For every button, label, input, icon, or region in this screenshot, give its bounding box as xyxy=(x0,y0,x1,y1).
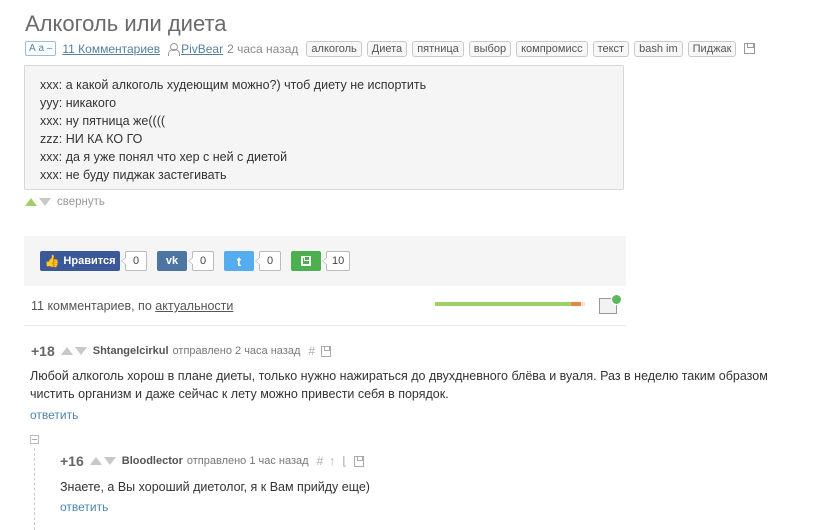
reply-link[interactable]: ответить xyxy=(60,500,108,514)
tag[interactable]: пятница xyxy=(412,40,464,57)
post-line: xxx: ну пятница же(((( xyxy=(40,114,166,128)
comment-time: отправлено 1 час назад xyxy=(186,455,309,467)
author-link[interactable]: PivBear xyxy=(181,42,223,56)
read-progress-bar xyxy=(435,302,585,306)
branch-line xyxy=(34,448,35,530)
post-rating-row: свернуть xyxy=(25,196,105,208)
comment-text-line: Любой алкоголь хорош в плане диеты, толь… xyxy=(30,369,768,383)
thumbs-up-icon: 👍 xyxy=(44,254,60,268)
tag[interactable]: bash im xyxy=(634,40,683,57)
thread-icon[interactable]: ⌊ xyxy=(342,454,347,468)
twitter-share-button[interactable]: t xyxy=(224,251,254,271)
downvote-icon[interactable] xyxy=(103,457,116,465)
vk-count: 0 xyxy=(188,251,214,271)
post-line: xxx: да я уже понял что хер с ней с диет… xyxy=(40,150,288,164)
post-line: xxx: не буду пиджак застегивать xyxy=(40,168,227,182)
reply-link[interactable]: ответить xyxy=(30,408,78,422)
floppy-icon xyxy=(301,256,311,266)
like-button[interactable]: 👍 Нравится xyxy=(40,251,120,271)
tag[interactable]: Пиджак xyxy=(687,40,737,57)
collapse-link[interactable]: свернуть xyxy=(57,196,105,208)
downvote-icon[interactable] xyxy=(74,347,87,355)
post-line: xxx: а какой алкоголь худеющим можно?) ч… xyxy=(40,78,427,92)
comments-link[interactable]: 11 Комментариев xyxy=(62,42,160,56)
comment-link-icon[interactable]: # xyxy=(317,454,324,468)
like-count: 0 xyxy=(121,251,147,271)
tag[interactable]: текст xyxy=(592,40,630,57)
comment-rating: +16 xyxy=(60,453,84,469)
upvote-icon[interactable] xyxy=(60,347,73,355)
like-label: Нравится xyxy=(63,255,116,267)
comment-text: Знаете, а Вы хороший диетолог, я к Вам п… xyxy=(60,478,370,496)
tag[interactable]: алкоголь xyxy=(306,40,362,57)
comment-author[interactable]: Bloodlector xyxy=(122,455,183,467)
post-title[interactable]: Алкоголь или диета xyxy=(25,11,227,37)
save-count: 10 xyxy=(321,251,351,271)
post-line: zzz: НИ КА КО ГО xyxy=(40,132,143,146)
comment-link-icon[interactable]: # xyxy=(308,344,315,358)
comment-rating: +18 xyxy=(31,343,55,359)
comment-text-line: Знаете, а Вы хороший диетолог, я к Вам п… xyxy=(60,480,370,494)
like-group: 👍 Нравится 0 xyxy=(40,251,147,271)
sort-link[interactable]: актуальности xyxy=(155,299,233,313)
post-meta: А а – 11 Комментариев PivBear 2 часа наз… xyxy=(25,40,756,57)
user-icon xyxy=(168,42,181,56)
save-group: 10 xyxy=(291,251,351,271)
vk-group: vk 0 xyxy=(157,251,214,271)
comment-text-line: чистить организм и даже сейчас к лету мо… xyxy=(30,387,449,401)
collapse-branch-icon[interactable] xyxy=(30,435,39,444)
save-button[interactable] xyxy=(291,251,321,271)
share-bar: 👍 Нравится 0 vk 0 t 0 10 xyxy=(24,236,626,286)
parent-comment-icon[interactable]: ↑ xyxy=(329,454,335,468)
vk-share-button[interactable]: vk xyxy=(157,251,187,271)
tag[interactable]: Диета xyxy=(366,40,408,57)
comment-header: +16 Bloodlector отправлено 1 час назад #… xyxy=(60,453,370,469)
comment-header: +18 Shtangelcirkul отправлено 2 часа наз… xyxy=(31,343,337,359)
comment-time: отправлено 2 часа назад xyxy=(172,345,301,357)
subscribe-comments-icon[interactable] xyxy=(599,294,622,314)
post-content: xxx: а какой алкоголь худеющим можно?) ч… xyxy=(24,65,624,190)
tag[interactable]: выбор xyxy=(468,40,512,57)
save-comment-icon[interactable] xyxy=(353,455,364,467)
post-line: yyy: никакого xyxy=(40,96,117,110)
divider xyxy=(24,325,626,326)
twitter-icon: t xyxy=(236,253,242,269)
twitter-group: t 0 xyxy=(224,251,281,271)
save-comment-icon[interactable] xyxy=(321,345,332,357)
comment-author[interactable]: Shtangelcirkul xyxy=(93,345,169,357)
twitter-count: 0 xyxy=(255,251,281,271)
downvote-icon[interactable] xyxy=(39,198,51,206)
progress-fill xyxy=(435,302,571,306)
comments-count-label: 11 комментариев, по xyxy=(31,299,152,313)
text-size-button[interactable]: А а – xyxy=(25,41,57,56)
progress-end xyxy=(571,302,581,306)
upvote-icon[interactable] xyxy=(25,198,37,206)
tag[interactable]: компромисс xyxy=(516,40,588,57)
comment-text: Любой алкоголь хорош в плане диеты, толь… xyxy=(30,367,768,403)
comments-header: 11 комментариев, по актуальности xyxy=(31,299,233,313)
save-post-icon[interactable] xyxy=(744,43,756,54)
post-time: 2 часа назад xyxy=(227,41,299,56)
vk-icon: vk xyxy=(165,255,179,267)
upvote-icon[interactable] xyxy=(89,457,102,465)
